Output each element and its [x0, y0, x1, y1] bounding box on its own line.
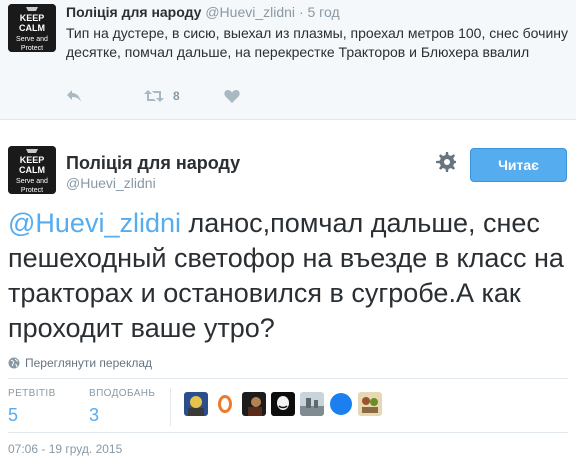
parent-tweet-text: Тип на дустере, в сисю, выехал из плазмы… [66, 25, 568, 60]
liker-avatar[interactable] [213, 392, 237, 416]
mention-link[interactable]: @Huevi_zlidni [8, 208, 181, 238]
main-avatar-text-1: KEEP [20, 155, 45, 165]
liker-avatar[interactable] [271, 392, 295, 416]
main-avatar[interactable]: KEEP CALM Serve and Protect [8, 146, 56, 194]
translate-link[interactable]: Переглянути переклад [8, 356, 152, 370]
likes-label: ВПОДОБАНЬ [89, 388, 156, 399]
translate-label: Переглянути переклад [25, 356, 153, 370]
parent-tweet-header: Поліція для народу @Huevi_zlidni · 5 год [66, 4, 571, 21]
likes-value: 3 [89, 405, 100, 425]
main-fullname[interactable]: Поліція для народу [66, 152, 240, 174]
following-button[interactable]: Читає [470, 148, 567, 182]
main-tweet-header: Поліція для народу @Huevi_zlidni [66, 152, 240, 192]
retweet-count: 8 [173, 89, 180, 103]
retweets-value: 5 [8, 405, 19, 425]
gear-icon [436, 151, 456, 177]
retweet-button[interactable]: 8 [144, 86, 180, 106]
parent-avatar-text-4: Protect [21, 45, 43, 52]
liker-avatars [184, 392, 387, 416]
likes-stat[interactable]: ВПОДОБАНЬ 3 [89, 388, 155, 426]
parent-avatar[interactable]: KEEP CALM Serve and Protect [8, 4, 56, 52]
reply-button[interactable] [66, 86, 82, 106]
like-button[interactable] [224, 86, 240, 106]
divider-bottom [8, 432, 568, 433]
parent-avatar-text-3: Serve and [16, 36, 48, 43]
liker-avatar[interactable] [242, 392, 266, 416]
main-avatar-text-2: CALM [19, 165, 45, 175]
parent-tweet-actions: 8 [66, 86, 366, 106]
reply-icon [66, 89, 82, 103]
main-tweet-text: @Huevi_zlidni ланос,помчал дальше, снес … [8, 206, 568, 346]
retweet-icon [144, 89, 164, 103]
divider-top [8, 378, 568, 379]
liker-avatar[interactable] [329, 392, 353, 416]
stats-divider [170, 388, 171, 426]
retweets-label: РЕТВІТІВ [8, 388, 56, 399]
main-avatar-text-4: Protect [21, 187, 43, 194]
liker-avatar[interactable] [358, 392, 382, 416]
parent-avatar-text-2: CALM [19, 23, 45, 33]
parent-username[interactable]: @Huevi_zlidni [205, 4, 295, 20]
parent-tweet[interactable]: KEEP CALM Serve and Protect Поліція для … [0, 0, 576, 120]
settings-button[interactable] [433, 151, 459, 177]
tweet-timestamp[interactable]: 07:06 - 19 груд. 2015 [8, 442, 122, 456]
parent-time[interactable]: 5 год [308, 4, 340, 20]
parent-tweet-body: Поліція для народу @Huevi_zlidni · 5 год… [66, 4, 571, 62]
liker-avatar[interactable] [184, 392, 208, 416]
parent-fullname[interactable]: Поліція для народу [66, 4, 201, 20]
globe-icon [8, 357, 20, 369]
parent-avatar-text-1: KEEP [20, 13, 45, 23]
header-separator: · [298, 4, 304, 20]
main-username[interactable]: @Huevi_zlidni [66, 174, 240, 192]
retweets-stat[interactable]: РЕТВІТІВ 5 [8, 388, 56, 426]
main-avatar-text-3: Serve and [16, 178, 48, 185]
heart-icon [224, 89, 240, 103]
liker-avatar[interactable] [300, 392, 324, 416]
